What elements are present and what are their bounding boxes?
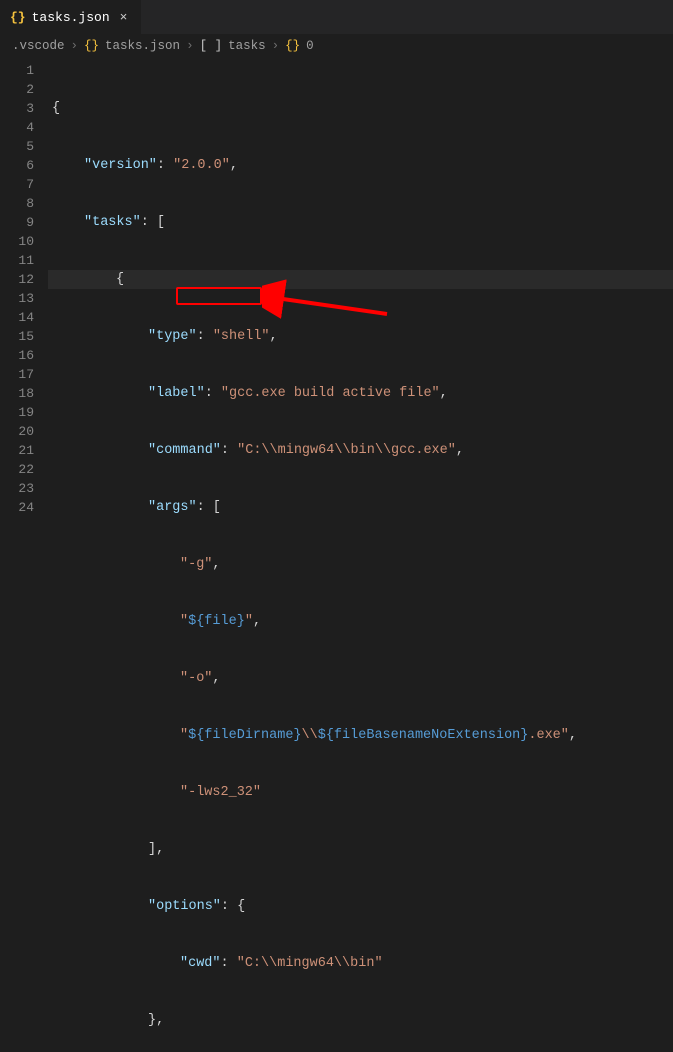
breadcrumb-tasks[interactable]: tasks <box>228 39 266 53</box>
line-number: 21 <box>0 441 34 460</box>
line-number: 2 <box>0 80 34 99</box>
line-number: 11 <box>0 251 34 270</box>
editor[interactable]: 123456789101112131415161718192021222324 … <box>0 57 673 526</box>
line-number: 17 <box>0 365 34 384</box>
line-number: 23 <box>0 479 34 498</box>
json-string-highlighted: "-lws2_32" <box>180 785 261 800</box>
line-number: 20 <box>0 422 34 441</box>
breadcrumb-0[interactable]: 0 <box>306 39 314 53</box>
line-number: 7 <box>0 175 34 194</box>
json-variable: ${fileBasenameNoExtension} <box>318 728 529 743</box>
json-key: "cwd" <box>180 956 221 971</box>
tab-label: tasks.json <box>32 10 110 25</box>
line-number: 3 <box>0 99 34 118</box>
line-number: 8 <box>0 194 34 213</box>
close-icon[interactable]: × <box>116 10 132 25</box>
line-number: 16 <box>0 346 34 365</box>
json-icon: {} <box>84 39 99 53</box>
breadcrumb-vscode[interactable]: .vscode <box>12 39 65 53</box>
line-number: 18 <box>0 384 34 403</box>
line-number: 24 <box>0 498 34 517</box>
line-number: 5 <box>0 137 34 156</box>
json-string: "shell" <box>213 329 270 344</box>
line-number: 13 <box>0 289 34 308</box>
object-icon: {} <box>285 39 300 53</box>
chevron-right-icon: › <box>272 39 280 53</box>
line-number: 14 <box>0 308 34 327</box>
line-number-gutter: 123456789101112131415161718192021222324 <box>0 57 48 526</box>
chevron-right-icon: › <box>186 39 194 53</box>
chevron-right-icon: › <box>71 39 79 53</box>
line-number: 12 <box>0 270 34 289</box>
brace: { <box>52 101 60 116</box>
bracket: ], <box>148 842 164 857</box>
json-key: "label" <box>148 386 205 401</box>
json-key: "type" <box>148 329 197 344</box>
json-string: "gcc.exe build active file" <box>221 386 440 401</box>
json-variable: ${fileDirname} <box>188 728 301 743</box>
highlight-box-icon <box>176 287 262 305</box>
line-number: 19 <box>0 403 34 422</box>
json-key: "tasks" <box>84 215 141 230</box>
brace: }, <box>148 1013 164 1028</box>
line-number: 15 <box>0 327 34 346</box>
line-number: 10 <box>0 232 34 251</box>
line-number: 22 <box>0 460 34 479</box>
tabs-bar: {} tasks.json × <box>0 0 673 35</box>
json-string: "C:\\mingw64\\bin" <box>237 956 383 971</box>
json-key: "command" <box>148 443 221 458</box>
brace: { <box>116 272 124 287</box>
json-key: "args" <box>148 500 197 515</box>
json-variable: ${file} <box>188 614 245 629</box>
line-number: 6 <box>0 156 34 175</box>
json-string: "2.0.0" <box>173 158 230 173</box>
breadcrumb: .vscode › {} tasks.json › [ ] tasks › {}… <box>0 35 673 57</box>
tab-tasks-json[interactable]: {} tasks.json × <box>0 0 142 34</box>
json-key: "options" <box>148 899 221 914</box>
json-string: "-g" <box>180 557 212 572</box>
line-number: 9 <box>0 213 34 232</box>
line-number: 4 <box>0 118 34 137</box>
json-key: "version" <box>84 158 157 173</box>
line-number: 1 <box>0 61 34 80</box>
json-string: "C:\\mingw64\\bin\\gcc.exe" <box>237 443 456 458</box>
json-file-icon: {} <box>10 10 26 25</box>
array-icon: [ ] <box>200 39 223 53</box>
json-string: "-o" <box>180 671 212 686</box>
breadcrumb-tasksjson[interactable]: tasks.json <box>105 39 180 53</box>
code-content[interactable]: { "version": "2.0.0", "tasks": [ { "type… <box>48 57 673 526</box>
